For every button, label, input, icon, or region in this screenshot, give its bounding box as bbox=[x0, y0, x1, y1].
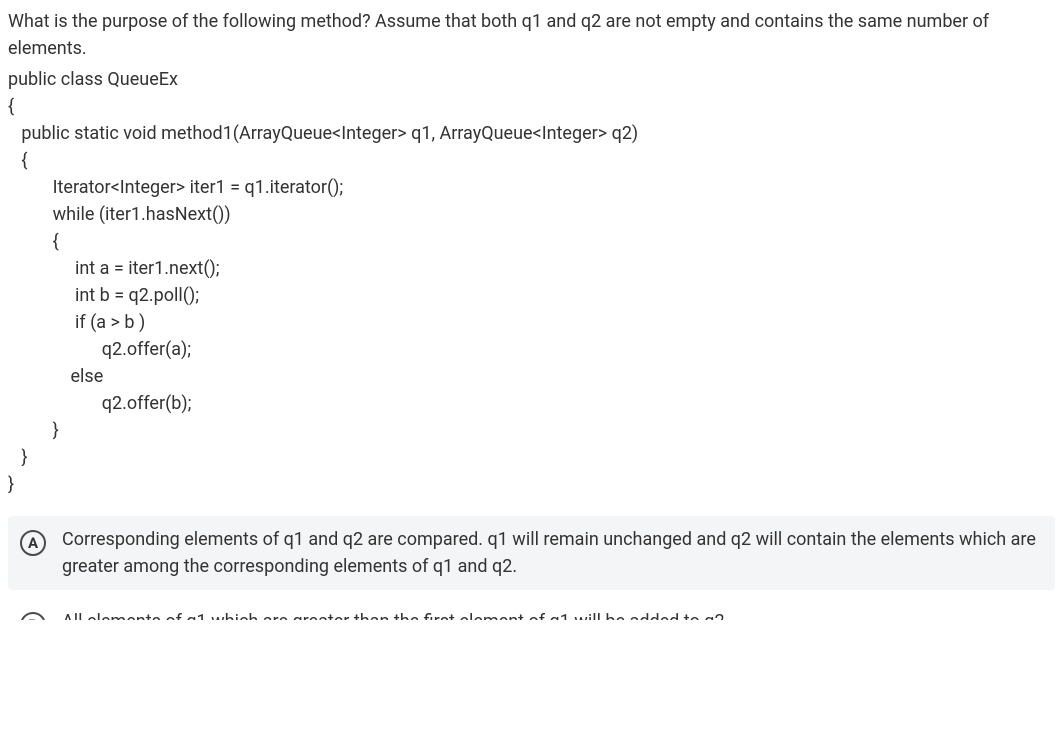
question-intro: What is the purpose of the following met… bbox=[8, 8, 1055, 62]
code-block: public class QueueEx { public static voi… bbox=[8, 66, 1055, 498]
option-letter-a: A bbox=[20, 530, 46, 556]
answer-option-a[interactable]: A Corresponding elements of q1 and q2 ar… bbox=[8, 516, 1055, 590]
option-letter-b: B bbox=[20, 612, 46, 620]
option-text-a: Corresponding elements of q1 and q2 are … bbox=[62, 526, 1043, 580]
answer-option-b[interactable]: B All elements of q1 which are greater t… bbox=[8, 598, 1055, 620]
option-text-b: All elements of q1 which are greater tha… bbox=[62, 608, 1043, 620]
